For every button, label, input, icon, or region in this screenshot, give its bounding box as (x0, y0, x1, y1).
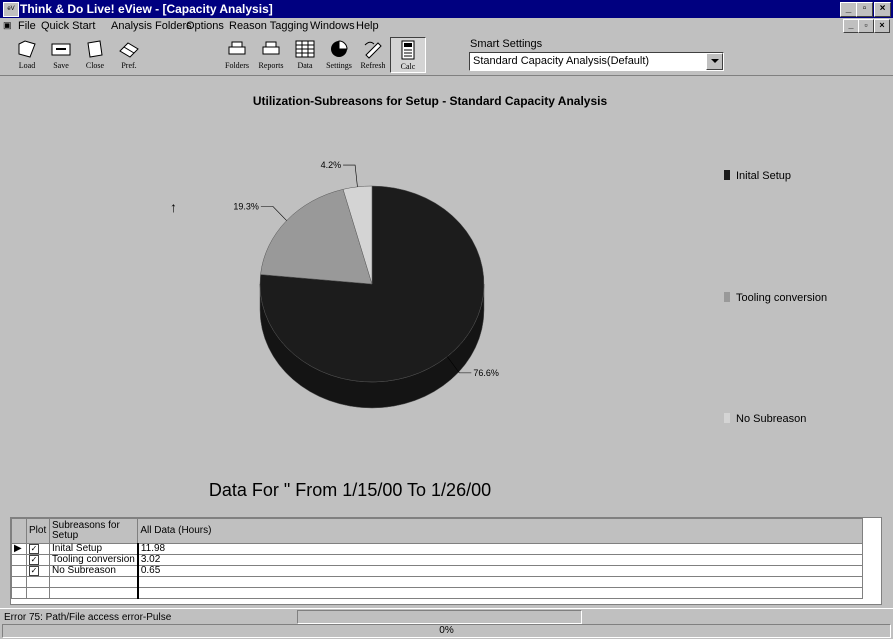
smart-settings-label: Smart Settings (470, 38, 543, 50)
progress-label: 0% (439, 625, 454, 636)
pref-label: Pref. (121, 61, 137, 70)
table-row[interactable]: ✓ No Subreason 0.65 (11, 565, 864, 577)
window-title: Think & Do Live! eView - [Capacity Analy… (20, 2, 273, 16)
pref-button[interactable]: Pref. (112, 37, 146, 71)
table-row-empty[interactable] (11, 587, 864, 599)
pie-leader-line (343, 164, 358, 187)
printer-icon (228, 41, 246, 55)
save-label: Save (53, 61, 69, 70)
hours-cell[interactable]: 0.65 (137, 565, 864, 577)
legend-item-inital-setup: Inital Setup (724, 170, 791, 182)
folders-button[interactable]: Folders (220, 37, 254, 71)
column-header-hours[interactable]: All Data (Hours) (137, 518, 864, 544)
smart-settings-value: Standard Capacity Analysis(Default) (473, 55, 650, 67)
pie-leader-line (260, 206, 287, 221)
legend-swatch (724, 292, 730, 302)
mouse-cursor-icon: ↑ (170, 199, 177, 215)
data-label: Data (297, 61, 313, 70)
close-label: Close (85, 61, 105, 70)
refresh-label: Refresh (360, 61, 386, 70)
status-message: Error 75: Path/File access error-Pulse (4, 612, 172, 623)
legend-item-tooling-conversion: Tooling conversion (724, 292, 827, 304)
pie-data-label: 4.2% (321, 160, 342, 170)
close-icon (87, 40, 103, 58)
menu-options[interactable]: Options (186, 20, 224, 32)
table-row[interactable]: ✓ Tooling conversion 3.02 (11, 554, 864, 566)
doc-minimize-button[interactable]: _ (843, 19, 859, 33)
legend-swatch (724, 413, 730, 423)
chart-title: Utilization-Subreasons for Setup - Stand… (252, 94, 608, 108)
settings-pie-icon (331, 40, 348, 57)
legend-label: Inital Setup (736, 170, 792, 182)
save-icon (51, 43, 71, 56)
plot-checkbox[interactable]: ✓ (26, 543, 50, 555)
pie-chart: 76.6% 19.3% 4.2% (233, 160, 499, 409)
close-window-button[interactable]: × (874, 2, 891, 17)
calc-button[interactable]: Calc (390, 37, 426, 73)
menu-analysis-folders[interactable]: Analysis Folders (111, 20, 192, 32)
maximize-button[interactable]: ▫ (856, 2, 873, 17)
table-row[interactable]: ▶ ✓ Inital Setup 11.98 (11, 543, 864, 555)
load-label: Load (18, 61, 36, 70)
load-button[interactable]: Load (10, 37, 44, 71)
data-grid[interactable]: Plot Subreasons for Setup All Data (Hour… (10, 517, 882, 605)
plot-checkbox[interactable]: ✓ (26, 565, 50, 577)
doc-restore-button[interactable]: ▫ (858, 19, 874, 33)
date-range-caption: Data For " From 1/15/00 To 1/26/00 (208, 480, 492, 500)
row-selector (11, 565, 27, 577)
legend-item-no-subreason: No Subreason (724, 413, 806, 425)
reports-button[interactable]: Reports (254, 37, 288, 71)
row-selector-header (11, 518, 27, 544)
calc-label: Calc (400, 62, 416, 71)
column-header-subreasons[interactable]: Subreasons for Setup (48, 518, 139, 544)
row-selector (11, 554, 27, 566)
menu-quick-start[interactable]: Quick Start (41, 20, 95, 32)
menu-file[interactable]: File (18, 20, 36, 32)
hours-cell[interactable]: 11.98 (137, 543, 864, 555)
doc-close-button[interactable]: × (874, 19, 890, 33)
settings-button[interactable]: Settings (322, 37, 356, 71)
printer-icon (262, 41, 280, 55)
preferences-icon (119, 42, 139, 58)
data-button[interactable]: Data (288, 37, 322, 71)
menu-reason-tagging[interactable]: Reason Tagging (229, 20, 308, 32)
settings-label: Settings (326, 61, 352, 70)
load-icon (18, 40, 36, 58)
legend-label: No Subreason (736, 413, 807, 425)
toolbar: Load Save Close Pref. Folders Reports Da… (0, 35, 893, 76)
menu-windows[interactable]: Windows (310, 20, 355, 32)
subreason-cell[interactable]: Inital Setup (48, 543, 139, 555)
refresh-button[interactable]: Refresh (356, 37, 390, 71)
save-button[interactable]: Save (44, 37, 78, 71)
doc-icon[interactable]: ▣ (3, 20, 12, 31)
spreadsheet-icon (295, 40, 315, 58)
column-header-plot[interactable]: Plot (26, 518, 50, 544)
pie-data-label: 76.6% (473, 368, 499, 378)
minimize-button[interactable]: _ (840, 2, 857, 17)
legend-swatch (724, 170, 730, 180)
row-pointer-icon: ▶ (11, 543, 27, 555)
hours-cell[interactable]: 3.02 (137, 554, 864, 566)
app-icon[interactable]: eV (3, 2, 19, 17)
smart-settings-dropdown[interactable]: Standard Capacity Analysis(Default) (469, 52, 724, 71)
reports-label: Reports (258, 61, 284, 70)
close-button[interactable]: Close (78, 37, 112, 71)
pie-data-label: 19.3% (233, 201, 259, 211)
table-row-empty[interactable] (11, 576, 864, 588)
folders-label: Folders (225, 61, 249, 70)
legend-label: Tooling conversion (736, 292, 828, 304)
status-panel (297, 610, 582, 624)
calculator-icon (401, 40, 415, 60)
menu-help[interactable]: Help (356, 20, 379, 32)
title-bar: eV Think & Do Live! eView - [Capacity An… (0, 0, 893, 18)
menu-bar: ▣ File Quick Start Analysis Folders Opti… (0, 18, 893, 35)
plot-checkbox[interactable]: ✓ (26, 554, 50, 566)
refresh-icon (364, 41, 382, 59)
chevron-down-icon[interactable] (706, 53, 723, 70)
subreason-cell[interactable]: Tooling conversion (48, 554, 139, 566)
subreason-cell[interactable]: No Subreason (48, 565, 139, 577)
